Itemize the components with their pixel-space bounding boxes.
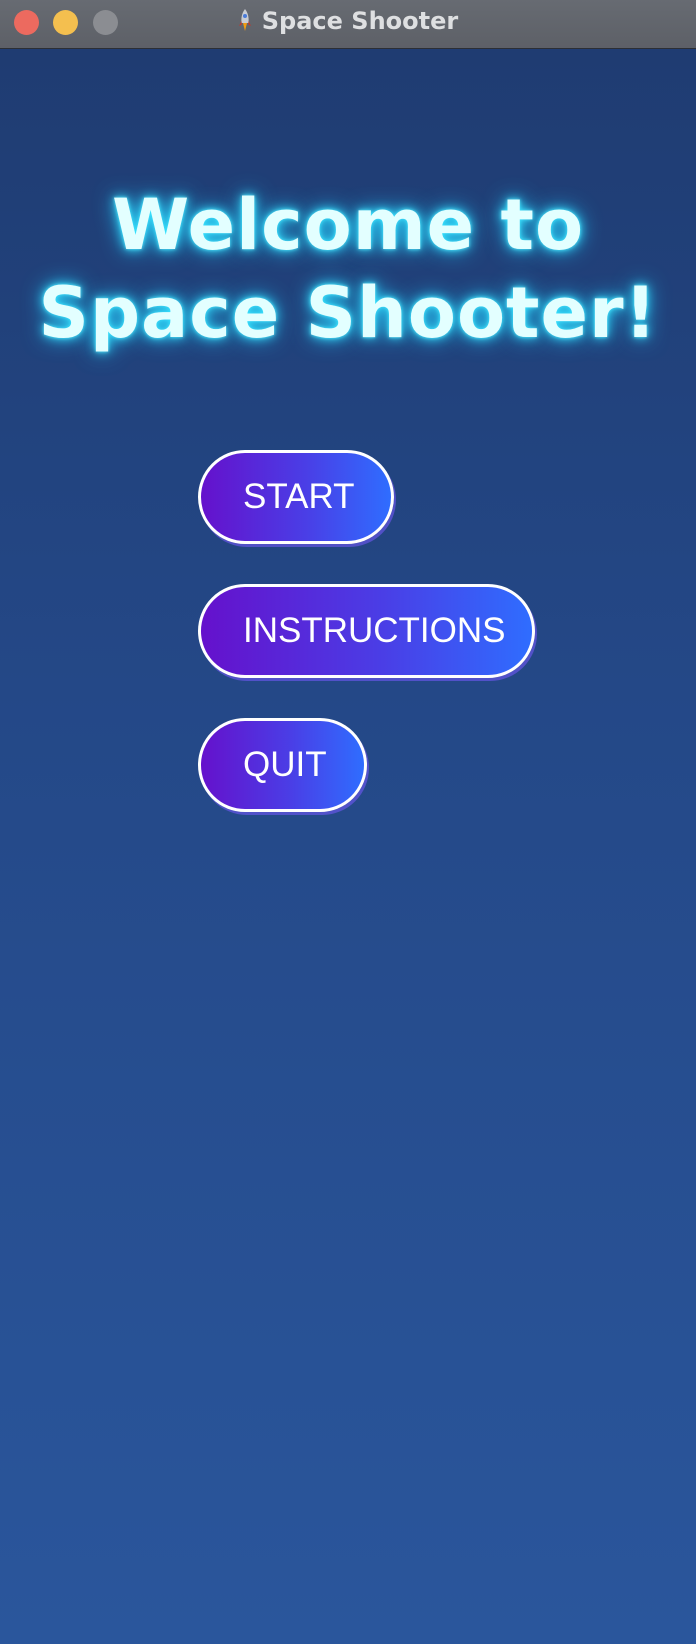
- quit-button[interactable]: QUIT: [198, 718, 367, 812]
- instructions-button[interactable]: INSTRUCTIONS: [198, 584, 535, 678]
- title-bar[interactable]: Space Shooter: [0, 0, 696, 49]
- welcome-heading: Welcome to Space Shooter!: [0, 181, 696, 357]
- window-title-text: Space Shooter: [261, 7, 459, 35]
- welcome-line-2: Space Shooter!: [38, 272, 658, 354]
- main-menu-screen: Welcome to Space Shooter! START INSTRUCT…: [0, 49, 696, 1644]
- app-window: Space Shooter Welcome to Space Shooter! …: [0, 0, 696, 1644]
- start-button[interactable]: START: [198, 450, 394, 544]
- rocket-icon: [238, 8, 252, 34]
- welcome-line-1: Welcome to: [111, 184, 585, 266]
- window-title: Space Shooter: [0, 0, 696, 42]
